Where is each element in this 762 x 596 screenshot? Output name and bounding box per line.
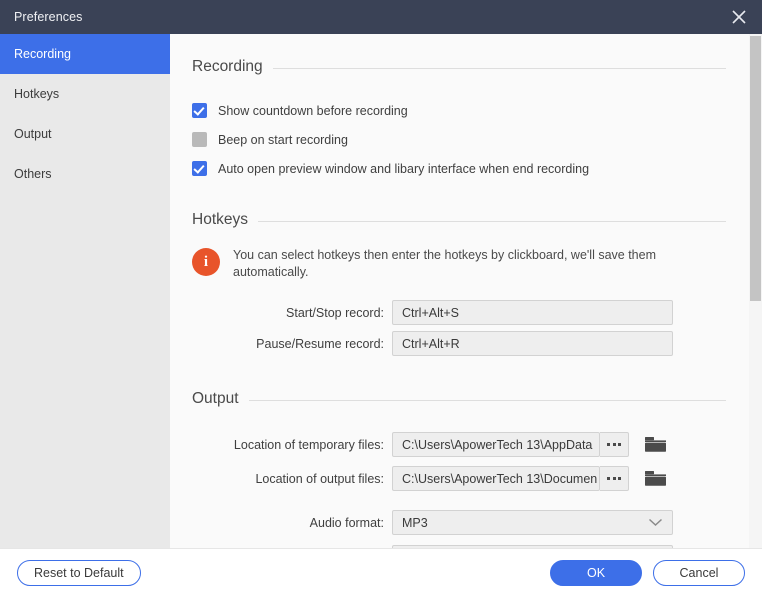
footer-bar: Reset to Default OK Cancel bbox=[0, 548, 762, 596]
footer-actions: OK Cancel bbox=[550, 559, 745, 586]
checkbox-show-countdown[interactable]: Show countdown before recording bbox=[192, 103, 726, 118]
reset-to-default-button[interactable]: Reset to Default bbox=[17, 559, 141, 586]
label-temp-files: Location of temporary files: bbox=[233, 437, 384, 452]
sidebar-item-recording[interactable]: Recording bbox=[0, 34, 170, 74]
browse-output-files-button[interactable] bbox=[600, 466, 629, 491]
settings-panel: Recording Show countdown before recordin… bbox=[170, 34, 762, 548]
section-divider bbox=[248, 400, 726, 401]
content-area: Recording Show countdown before recordin… bbox=[170, 34, 762, 548]
open-temp-folder-button[interactable] bbox=[645, 434, 667, 456]
window-body: Recording Hotkeys Output Others Recordin… bbox=[0, 34, 762, 548]
checkbox-label: Show countdown before recording bbox=[218, 103, 408, 118]
section-title: Hotkeys bbox=[192, 211, 248, 228]
label-output-files: Location of output files: bbox=[255, 471, 384, 486]
folder-icon bbox=[645, 471, 666, 486]
sidebar-item-others[interactable]: Others bbox=[0, 154, 170, 194]
select-audio-format[interactable]: MP3 bbox=[392, 510, 673, 535]
ellipsis-icon bbox=[612, 477, 616, 480]
sidebar-item-label: Recording bbox=[14, 47, 71, 61]
sidebar-item-label: Output bbox=[14, 127, 52, 141]
sidebar-item-label: Others bbox=[14, 167, 52, 181]
ellipsis-icon bbox=[612, 443, 616, 446]
chevron-down-icon bbox=[648, 518, 663, 527]
section-header-recording: Recording bbox=[192, 58, 726, 76]
open-output-folder-button[interactable] bbox=[645, 468, 667, 490]
output-row-audio-format: Audio format: MP3 bbox=[192, 510, 726, 535]
ok-button[interactable]: OK bbox=[550, 559, 642, 586]
select-audio-format-value: MP3 bbox=[402, 515, 428, 530]
folder-icon bbox=[645, 437, 666, 452]
preferences-window: Preferences Recording Hotkeys Output Oth… bbox=[0, 0, 762, 596]
section-header-output: Output bbox=[192, 390, 726, 408]
sidebar-item-hotkeys[interactable]: Hotkeys bbox=[0, 74, 170, 114]
hotkey-row-pause-resume: Pause/Resume record: Ctrl+Alt+R bbox=[192, 331, 726, 356]
close-icon bbox=[732, 10, 746, 24]
section-divider bbox=[272, 68, 726, 69]
output-row-temp-files: Location of temporary files: C:\Users\Ap… bbox=[192, 432, 726, 457]
hotkey-input-start-stop[interactable]: Ctrl+Alt+S bbox=[392, 300, 673, 325]
section-title: Recording bbox=[192, 58, 263, 75]
sidebar-item-label: Hotkeys bbox=[14, 87, 60, 101]
checkbox-auto-open-preview[interactable]: Auto open preview window and libary inte… bbox=[192, 161, 726, 176]
hotkey-row-start-stop: Start/Stop record: Ctrl+Alt+S bbox=[192, 300, 726, 325]
hotkey-label-pause-resume: Pause/Resume record: bbox=[256, 336, 384, 351]
checkbox-indicator[interactable] bbox=[192, 103, 207, 118]
titlebar: Preferences bbox=[0, 0, 762, 34]
section-divider bbox=[258, 221, 726, 222]
info-icon: i bbox=[192, 248, 220, 276]
ellipsis-icon bbox=[618, 443, 621, 446]
hotkeys-info-note: i You can select hotkeys then enter the … bbox=[192, 247, 726, 281]
sidebar-item-output[interactable]: Output bbox=[0, 114, 170, 154]
output-row-output-files: Location of output files: C:\Users\Apowe… bbox=[192, 466, 726, 491]
section-title: Output bbox=[192, 390, 239, 407]
hotkeys-info-text: You can select hotkeys then enter the ho… bbox=[233, 248, 656, 279]
cancel-button[interactable]: Cancel bbox=[653, 559, 745, 586]
hotkey-label-start-stop: Start/Stop record: bbox=[286, 305, 384, 320]
section-header-hotkeys: Hotkeys bbox=[192, 211, 726, 229]
window-title: Preferences bbox=[14, 10, 83, 24]
close-button[interactable] bbox=[716, 0, 762, 34]
content-scrollbar[interactable] bbox=[749, 34, 762, 548]
scrollbar-thumb[interactable] bbox=[750, 36, 761, 301]
checkbox-indicator[interactable] bbox=[192, 132, 207, 147]
hotkey-input-pause-resume[interactable]: Ctrl+Alt+R bbox=[392, 331, 673, 356]
checkbox-label: Beep on start recording bbox=[218, 132, 348, 147]
browse-temp-files-button[interactable] bbox=[600, 432, 629, 457]
sidebar: Recording Hotkeys Output Others bbox=[0, 34, 170, 548]
label-audio-format: Audio format: bbox=[309, 515, 384, 530]
checkbox-beep-on-start[interactable]: Beep on start recording bbox=[192, 132, 726, 147]
checkbox-indicator[interactable] bbox=[192, 161, 207, 176]
input-temp-files-path[interactable]: C:\Users\ApowerTech 13\AppData bbox=[392, 432, 600, 457]
ellipsis-icon bbox=[618, 477, 621, 480]
ellipsis-icon bbox=[607, 443, 610, 446]
checkbox-label: Auto open preview window and libary inte… bbox=[218, 161, 590, 176]
ellipsis-icon bbox=[607, 477, 610, 480]
input-output-files-path[interactable]: C:\Users\ApowerTech 13\Documen bbox=[392, 466, 600, 491]
